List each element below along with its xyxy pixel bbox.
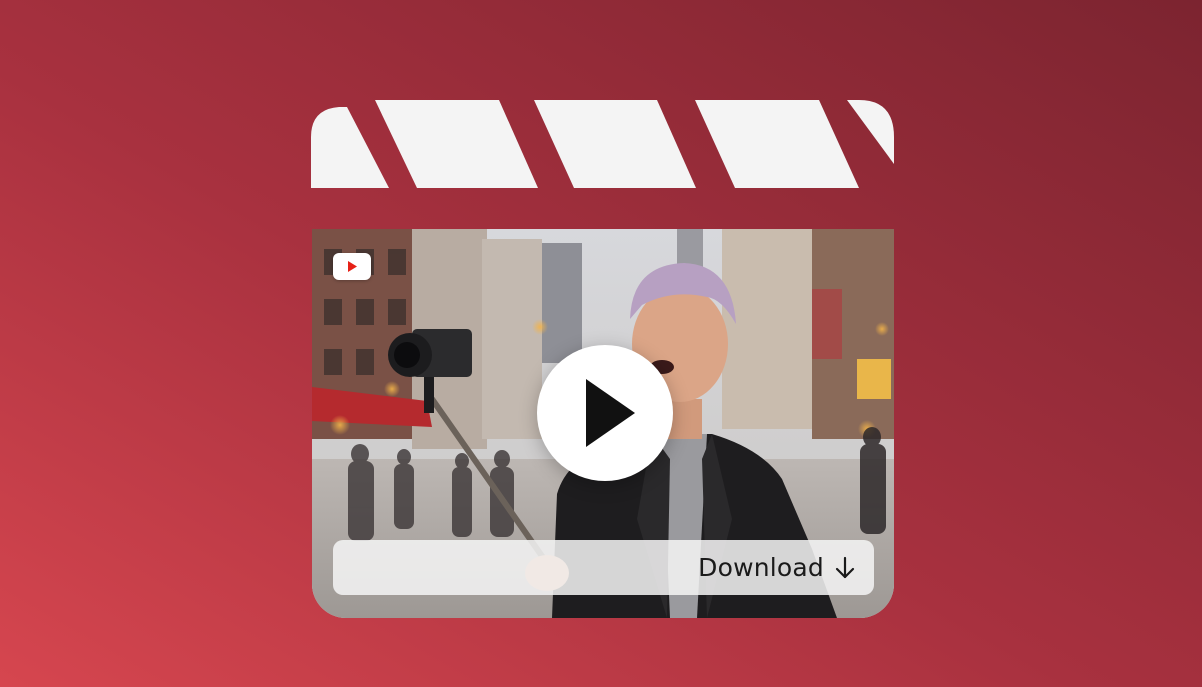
play-button[interactable] (537, 345, 673, 481)
arrow-down-icon (834, 555, 856, 581)
youtube-logo-icon (333, 253, 371, 280)
video-thumbnail[interactable]: Download (312, 229, 894, 618)
play-icon (586, 379, 635, 447)
download-button[interactable]: Download (333, 540, 874, 595)
download-label: Download (698, 553, 824, 582)
clapperboard-icon (311, 99, 894, 188)
